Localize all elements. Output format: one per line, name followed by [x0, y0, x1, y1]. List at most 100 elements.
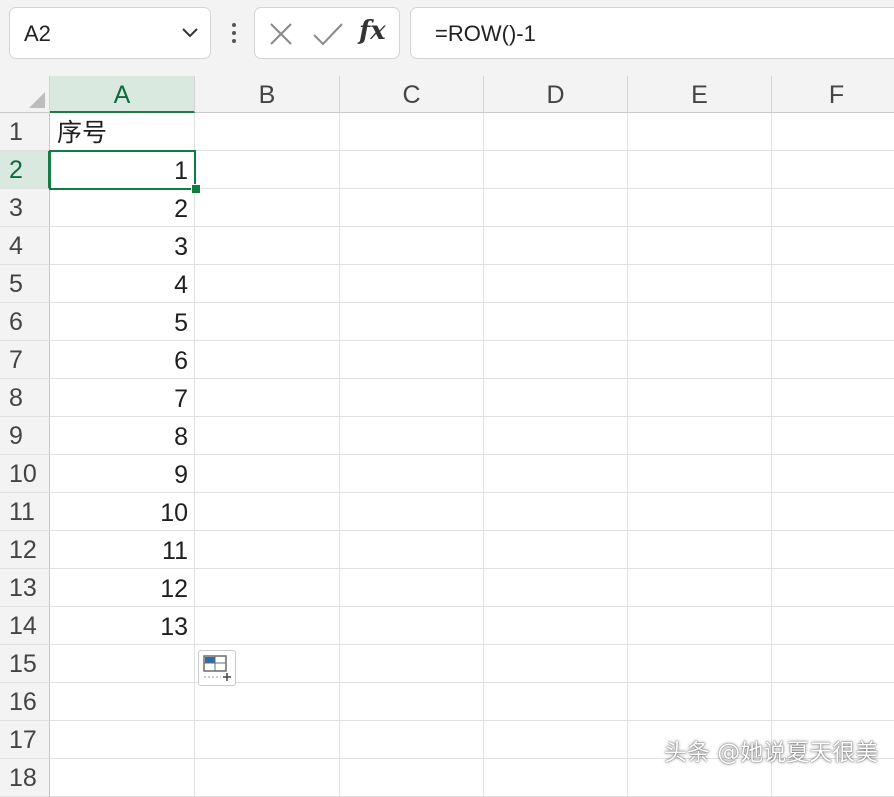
cell-a14[interactable]: 13: [50, 607, 195, 645]
cell-b6[interactable]: [195, 303, 340, 341]
cell-b7[interactable]: [195, 341, 340, 379]
cell-d9[interactable]: [484, 417, 628, 455]
cell-e13[interactable]: [628, 569, 772, 607]
row-header-6[interactable]: 6: [0, 303, 50, 341]
cancel-icon[interactable]: [267, 20, 295, 48]
cell-b3[interactable]: [195, 189, 340, 227]
cell-a1[interactable]: 序号: [50, 113, 195, 151]
cell-c2[interactable]: [340, 151, 484, 189]
cell-c6[interactable]: [340, 303, 484, 341]
cell-e15[interactable]: [628, 645, 772, 683]
row-header-1[interactable]: 1: [0, 113, 50, 151]
cell-f7[interactable]: [772, 341, 894, 379]
cell-c5[interactable]: [340, 265, 484, 303]
cell-a5[interactable]: 4: [50, 265, 195, 303]
cell-c11[interactable]: [340, 493, 484, 531]
row-header-8[interactable]: 8: [0, 379, 50, 417]
cell-a3[interactable]: 2: [50, 189, 195, 227]
cell-c15[interactable]: [340, 645, 484, 683]
cell-f1[interactable]: [772, 113, 894, 151]
row-header-16[interactable]: 16: [0, 683, 50, 721]
row-header-13[interactable]: 13: [0, 569, 50, 607]
cell-f13[interactable]: [772, 569, 894, 607]
cell-b4[interactable]: [195, 227, 340, 265]
cell-a18[interactable]: [50, 759, 195, 797]
column-header-b[interactable]: B: [195, 76, 340, 113]
fill-handle[interactable]: [191, 184, 201, 194]
row-header-3[interactable]: 3: [0, 189, 50, 227]
cell-b9[interactable]: [195, 417, 340, 455]
cell-c17[interactable]: [340, 721, 484, 759]
more-options-icon[interactable]: [224, 19, 244, 47]
cell-b10[interactable]: [195, 455, 340, 493]
name-box[interactable]: A2: [9, 7, 211, 59]
cell-e12[interactable]: [628, 531, 772, 569]
cell-e11[interactable]: [628, 493, 772, 531]
cell-d15[interactable]: [484, 645, 628, 683]
cell-f10[interactable]: [772, 455, 894, 493]
cell-d1[interactable]: [484, 113, 628, 151]
cell-c18[interactable]: [340, 759, 484, 797]
cell-a12[interactable]: 11: [50, 531, 195, 569]
cell-c8[interactable]: [340, 379, 484, 417]
column-header-f[interactable]: F: [772, 76, 894, 113]
cell-c3[interactable]: [340, 189, 484, 227]
cell-d5[interactable]: [484, 265, 628, 303]
cell-d13[interactable]: [484, 569, 628, 607]
cell-f16[interactable]: [772, 683, 894, 721]
column-header-e[interactable]: E: [628, 76, 772, 113]
cell-b13[interactable]: [195, 569, 340, 607]
cell-a11[interactable]: 10: [50, 493, 195, 531]
cell-d12[interactable]: [484, 531, 628, 569]
cell-f14[interactable]: [772, 607, 894, 645]
cell-a7[interactable]: 6: [50, 341, 195, 379]
row-header-12[interactable]: 12: [0, 531, 50, 569]
cell-d7[interactable]: [484, 341, 628, 379]
cell-d8[interactable]: [484, 379, 628, 417]
cell-f9[interactable]: [772, 417, 894, 455]
cell-c16[interactable]: [340, 683, 484, 721]
cell-a6[interactable]: 5: [50, 303, 195, 341]
autofill-options-button[interactable]: [198, 650, 236, 686]
formula-input[interactable]: =ROW()-1: [410, 7, 894, 59]
column-header-c[interactable]: C: [340, 76, 484, 113]
cell-d17[interactable]: [484, 721, 628, 759]
cell-e9[interactable]: [628, 417, 772, 455]
cell-b2[interactable]: [195, 151, 340, 189]
column-header-d[interactable]: D: [484, 76, 628, 113]
cell-e4[interactable]: [628, 227, 772, 265]
cell-e10[interactable]: [628, 455, 772, 493]
row-header-2[interactable]: 2: [0, 151, 50, 189]
cell-d10[interactable]: [484, 455, 628, 493]
cell-f11[interactable]: [772, 493, 894, 531]
cell-d16[interactable]: [484, 683, 628, 721]
cell-b8[interactable]: [195, 379, 340, 417]
cell-e8[interactable]: [628, 379, 772, 417]
row-header-7[interactable]: 7: [0, 341, 50, 379]
row-header-14[interactable]: 14: [0, 607, 50, 645]
cell-f4[interactable]: [772, 227, 894, 265]
cell-e2[interactable]: [628, 151, 772, 189]
row-header-4[interactable]: 4: [0, 227, 50, 265]
insert-function-icon[interactable]: fx: [359, 16, 386, 46]
chevron-down-icon[interactable]: [180, 26, 200, 40]
cell-f6[interactable]: [772, 303, 894, 341]
cell-a2[interactable]: 1: [50, 151, 195, 189]
cell-b1[interactable]: [195, 113, 340, 151]
cell-e16[interactable]: [628, 683, 772, 721]
cell-f8[interactable]: [772, 379, 894, 417]
cell-f15[interactable]: [772, 645, 894, 683]
enter-check-icon[interactable]: [311, 20, 345, 48]
cell-e3[interactable]: [628, 189, 772, 227]
column-header-a[interactable]: A: [50, 76, 195, 113]
cell-d14[interactable]: [484, 607, 628, 645]
select-all-button[interactable]: [0, 76, 50, 113]
cell-b14[interactable]: [195, 607, 340, 645]
cell-a8[interactable]: 7: [50, 379, 195, 417]
cell-b18[interactable]: [195, 759, 340, 797]
row-header-9[interactable]: 9: [0, 417, 50, 455]
cell-e6[interactable]: [628, 303, 772, 341]
cell-a17[interactable]: [50, 721, 195, 759]
cell-d6[interactable]: [484, 303, 628, 341]
cell-a9[interactable]: 8: [50, 417, 195, 455]
